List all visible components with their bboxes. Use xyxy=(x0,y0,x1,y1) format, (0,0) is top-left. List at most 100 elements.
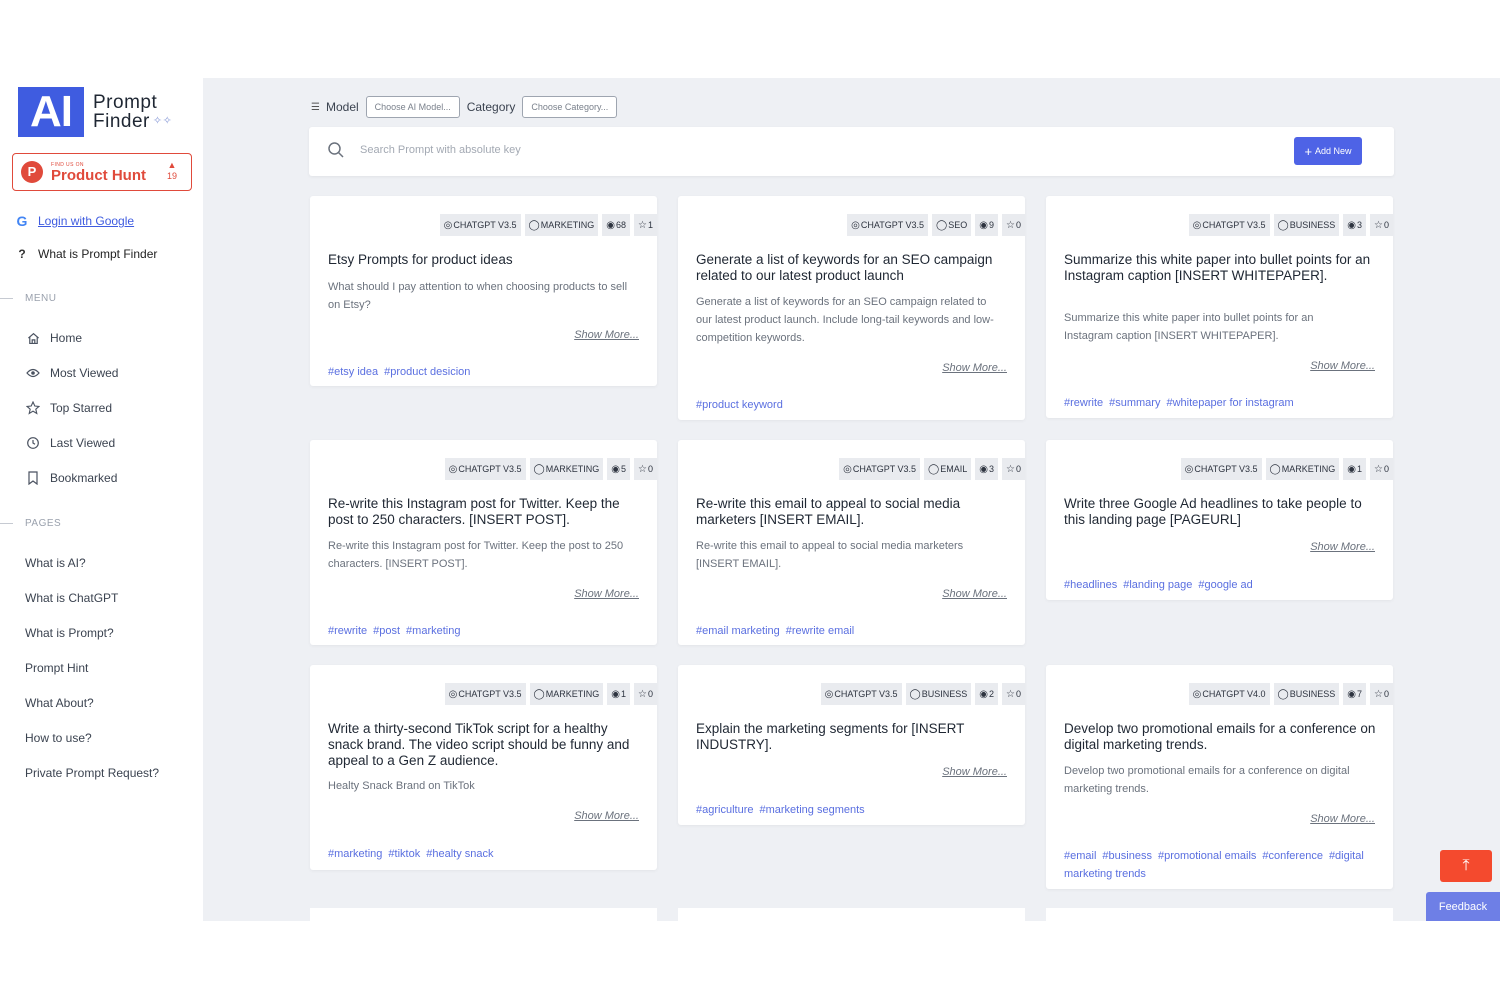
card-title: Develop two promotional emails for a con… xyxy=(1064,721,1376,752)
tag-link[interactable]: #promotional emails xyxy=(1158,850,1256,862)
tag-link[interactable]: #conference xyxy=(1262,850,1323,862)
tag-link[interactable]: #post xyxy=(373,625,400,637)
tag-link[interactable]: #marketing segments xyxy=(759,804,864,816)
tag-link[interactable]: #marketing xyxy=(406,625,460,637)
star-button[interactable]: ☆ 0 xyxy=(1370,214,1393,236)
logo-mark: AI xyxy=(18,87,84,137)
views-badge: ◉ 9 xyxy=(975,214,999,236)
tag-link[interactable]: #headlines xyxy=(1064,579,1117,591)
tag-link[interactable]: #email xyxy=(1064,850,1096,862)
arrow-up-icon: ⤒ xyxy=(1462,857,1470,874)
page-link-prompt-hint[interactable]: Prompt Hint xyxy=(25,661,88,675)
prompt-card[interactable]: ◎ CHATGPT V3.5 ◯ BUSINESS ◉ 3 ☆ 0 Summarize … xyxy=(1046,196,1393,418)
prompt-card-partial[interactable] xyxy=(678,908,1025,921)
tag-link[interactable]: #etsy idea xyxy=(328,366,378,378)
nav-item-home[interactable]: Home xyxy=(25,331,82,345)
tag-link[interactable]: #product keyword xyxy=(696,399,783,411)
show-more-link[interactable]: Show More... xyxy=(942,766,1007,778)
prompt-card[interactable]: ◎ CHATGPT V3.5 ◯ MARKETING ◉ 5 ☆ 0 Re-write … xyxy=(310,440,657,645)
card-title: Explain the marketing segments for [INSE… xyxy=(696,721,965,752)
prompt-card[interactable]: ◎ CHATGPT V3.5 ◯ SEO ◉ 9 ☆ 0 Generate a list… xyxy=(678,196,1025,420)
page-link-what-about[interactable]: What About? xyxy=(25,696,94,710)
star-button[interactable]: ☆ 0 xyxy=(1002,458,1025,480)
feedback-button[interactable]: Feedback xyxy=(1426,892,1500,921)
prompt-card[interactable]: ◎ CHATGPT V4.0 ◯ BUSINESS ◉ 7 ☆ 0 Develop tw… xyxy=(1046,665,1393,889)
show-more-link[interactable]: Show More... xyxy=(1310,813,1375,825)
category-select[interactable]: Choose Category... xyxy=(522,96,618,118)
login-google-link[interactable]: G Login with Google xyxy=(14,213,135,229)
card-tags: #email #business #promotional emails #confe… xyxy=(1064,847,1374,883)
openai-icon: ◎ xyxy=(1184,463,1194,475)
prompt-card-partial[interactable] xyxy=(1046,908,1393,921)
star-button[interactable]: ☆ 0 xyxy=(1002,683,1025,705)
star-button[interactable]: ☆ 1 xyxy=(634,214,657,236)
tag-link[interactable]: #landing page xyxy=(1123,579,1192,591)
nav-item-most-viewed[interactable]: Most Viewed xyxy=(25,366,118,380)
card-tags: #agriculture #marketing segments xyxy=(696,801,1006,819)
card-tags: #etsy idea #product desicion xyxy=(328,363,638,381)
prompt-card[interactable]: ◎ CHATGPT V3.5 ◯ MARKETING ◉ 68 ☆ 1 Etsy Pro… xyxy=(310,196,657,386)
openai-icon: ◎ xyxy=(843,463,852,475)
tag-link[interactable]: #business xyxy=(1102,850,1152,862)
star-button[interactable]: ☆ 0 xyxy=(1370,458,1393,480)
card-title: Re-write this Instagram post for Twitter… xyxy=(328,496,620,527)
tag-link[interactable]: #agriculture xyxy=(696,804,753,816)
brand-logo[interactable]: AI Prompt Finder ✧✧ xyxy=(18,87,172,137)
show-more-link[interactable]: Show More... xyxy=(942,362,1007,374)
category-badge: ◯ EMAIL xyxy=(924,458,972,480)
nav-item-top-starred[interactable]: Top Starred xyxy=(25,401,112,415)
prompt-card[interactable]: ◎ CHATGPT V3.5 ◯ MARKETING ◉ 1 ☆ 0 Write thr… xyxy=(1046,440,1393,600)
search-input[interactable]: Search Prompt with absolute key xyxy=(360,144,521,156)
category-badge: ◯ BUSINESS xyxy=(1273,683,1340,705)
scroll-to-top-button[interactable]: ⤒ xyxy=(1440,850,1492,882)
tag-link[interactable]: #healty snack xyxy=(426,848,493,860)
tag-link[interactable]: #marketing xyxy=(328,848,382,860)
views-badge: ◉ 68 xyxy=(602,214,631,236)
prompt-card-partial[interactable] xyxy=(310,908,657,921)
nav-item-last-viewed[interactable]: Last Viewed xyxy=(25,436,115,450)
show-more-link[interactable]: Show More... xyxy=(1310,541,1375,553)
prompt-card[interactable]: ◎ CHATGPT V3.5 ◯ EMAIL ◉ 3 ☆ 0 Re-write this… xyxy=(678,440,1025,645)
star-icon: ☆ xyxy=(638,463,647,475)
add-new-button[interactable]: + Add New xyxy=(1294,137,1362,165)
model-badge: ◎ CHATGPT V3.5 xyxy=(444,683,526,705)
show-more-link[interactable]: Show More... xyxy=(574,588,639,600)
show-more-link[interactable]: Show More... xyxy=(942,588,1007,600)
card-description: Healty Snack Brand on TikTok xyxy=(328,780,475,792)
tag-link[interactable]: #rewrite email xyxy=(786,625,854,637)
prompt-card[interactable]: ◎ CHATGPT V3.5 ◯ BUSINESS ◉ 2 ☆ 0 Explain th… xyxy=(678,665,1025,825)
model-badge: ◎ CHATGPT V3.5 xyxy=(820,683,902,705)
logo-text: Prompt Finder ✧✧ xyxy=(93,93,172,131)
show-more-link[interactable]: Show More... xyxy=(574,329,639,341)
category-badge: ◯ MARKETING xyxy=(524,214,599,236)
tag-link[interactable]: #summary xyxy=(1109,397,1160,409)
prompt-card[interactable]: ◎ CHATGPT V3.5 ◯ MARKETING ◉ 1 ☆ 0 Write a t… xyxy=(310,665,657,870)
eye-icon: ◉ xyxy=(611,463,620,475)
nav-item-bookmarked[interactable]: Bookmarked xyxy=(25,471,117,485)
page-link-how-to-use[interactable]: How to use? xyxy=(25,731,92,745)
product-hunt-badge[interactable]: P FIND US ON Product Hunt ▲ 19 xyxy=(12,153,192,191)
page-link-private-prompt-request[interactable]: Private Prompt Request? xyxy=(25,766,159,780)
tag-link[interactable]: #rewrite xyxy=(328,625,367,637)
star-button[interactable]: ☆ 0 xyxy=(634,458,657,480)
page-link-what-is-ai[interactable]: What is AI? xyxy=(25,556,86,570)
tag-link[interactable]: #rewrite xyxy=(1064,397,1103,409)
views-badge: ◉ 3 xyxy=(1343,214,1367,236)
show-more-link[interactable]: Show More... xyxy=(574,810,639,822)
tag-link[interactable]: #whitepaper for instagram xyxy=(1166,397,1293,409)
star-button[interactable]: ☆ 0 xyxy=(1002,214,1025,236)
tag-link[interactable]: #google ad xyxy=(1198,579,1252,591)
page-link-what-is-chatgpt[interactable]: What is ChatGPT xyxy=(25,591,118,605)
model-select[interactable]: Choose AI Model... xyxy=(365,96,460,118)
menu-title: MENU xyxy=(25,293,57,304)
category-badge: ◯ MARKETING xyxy=(529,683,604,705)
show-more-link[interactable]: Show More... xyxy=(1310,360,1375,372)
star-button[interactable]: ☆ 0 xyxy=(634,683,657,705)
card-tags: #headlines #landing page #google ad xyxy=(1064,576,1374,594)
what-is-prompt-finder-link[interactable]: ? What is Prompt Finder xyxy=(14,247,157,261)
tag-link[interactable]: #email marketing xyxy=(696,625,780,637)
star-button[interactable]: ☆ 0 xyxy=(1370,683,1393,705)
page-link-what-is-prompt[interactable]: What is Prompt? xyxy=(25,626,114,640)
tag-link[interactable]: #product desicion xyxy=(384,366,470,378)
tag-link[interactable]: #tiktok xyxy=(388,848,420,860)
